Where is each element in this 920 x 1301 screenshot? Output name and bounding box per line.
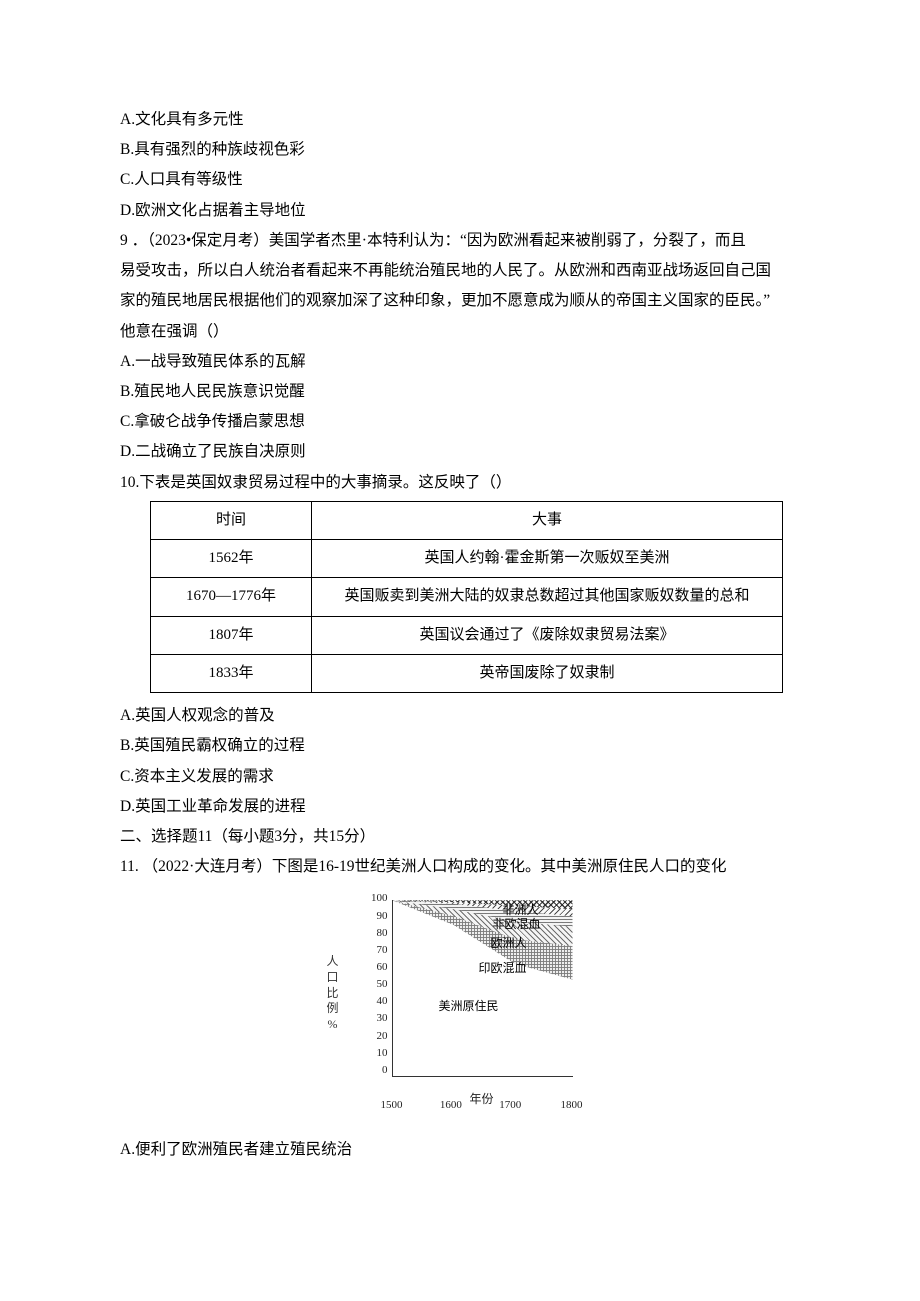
table-header-time: 时间 [151,501,312,539]
q10-table: 时间 大事 1562年 英国人约翰·霍金斯第一次贩奴至美洲 1670—1776年… [150,501,783,693]
table-row: 时间 大事 [151,501,783,539]
q10-stem: 10.下表是英国奴隶贸易过程中的大事摘录。这反映了（） [120,468,805,498]
table-header-event: 大事 [312,501,783,539]
table-cell: 1562年 [151,540,312,578]
q9-option-b: B.殖民地人民民族意识觉醒 [120,377,805,407]
q8-option-b: B.具有强烈的种族歧视色彩 [120,135,805,165]
q10-option-a: A.英国人权观念的普及 [120,701,805,731]
q10-option-c: C.资本主义发展的需求 [120,762,805,792]
table-row: 1562年 英国人约翰·霍金斯第一次贩奴至美洲 [151,540,783,578]
chart-xlabel: 年份 [392,1088,572,1111]
table-cell: 英国贩卖到美洲大陆的奴隶总数超过其他国家贩奴数量的总和 [312,578,783,616]
q9-option-a: A.一战导致殖民体系的瓦解 [120,347,805,377]
table-cell: 1807年 [151,616,312,654]
table-cell: 1670—1776年 [151,578,312,616]
q9-stem-line4: 他意在强调（） [120,317,805,347]
section2-heading: 二、选择题11（每小题3分，共15分） [120,822,805,852]
table-row: 1807年 英国议会通过了《废除奴隶贸易法案》 [151,616,783,654]
chart-ylabel: 人口比例 % [326,954,340,1032]
q8-option-c: C.人口具有等级性 [120,165,805,195]
population-chart: 人口比例 % 100 90 80 70 60 50 40 30 20 10 0 [318,894,608,1119]
area-indoeuro [393,900,573,1076]
chart-plot-area: 非洲人 非欧混血 欧洲人 印欧混血 美洲原住民 [392,900,573,1077]
table-cell: 英国议会通过了《废除奴隶贸易法案》 [312,616,783,654]
q9-stem-line1: 9 ．（2023•保定月考）美国学者杰里·本特利认为：“因为欧洲看起来被削弱了，… [120,226,805,256]
q8-option-a: A.文化具有多元性 [120,105,805,135]
q9-option-c: C.拿破仑战争传播启蒙思想 [120,407,805,437]
chart-label-native: 美洲原住民 [439,1000,499,1013]
q9-stem-line3: 家的殖民地居民根据他们的观察加深了这种印象，更加不愿意成为顺从的帝国主义国家的臣… [120,286,805,316]
table-cell: 1833年 [151,654,312,692]
q9-stem-line2: 易受攻击，所以白人统治者看起来不再能统治殖民地的人民了。从欧洲和西南亚战场返回自… [120,256,805,286]
q9-option-d: D.二战确立了民族自决原则 [120,437,805,467]
q10-option-d: D.英国工业革命发展的进程 [120,792,805,822]
table-cell: 英国人约翰·霍金斯第一次贩奴至美洲 [312,540,783,578]
table-row: 1833年 英帝国废除了奴隶制 [151,654,783,692]
q11-option-a: A.便利了欧洲殖民者建立殖民统治 [120,1135,805,1165]
table-cell: 英帝国废除了奴隶制 [312,654,783,692]
q10-option-b: B.英国殖民霸权确立的过程 [120,731,805,761]
q11-stem: 11. （2022·大连月考）下图是16-19世纪美洲人口构成的变化。其中美洲原… [120,852,805,882]
table-row: 1670—1776年 英国贩卖到美洲大陆的奴隶总数超过其他国家贩奴数量的总和 [151,578,783,616]
q8-option-d: D.欧洲文化占据着主导地位 [120,196,805,226]
